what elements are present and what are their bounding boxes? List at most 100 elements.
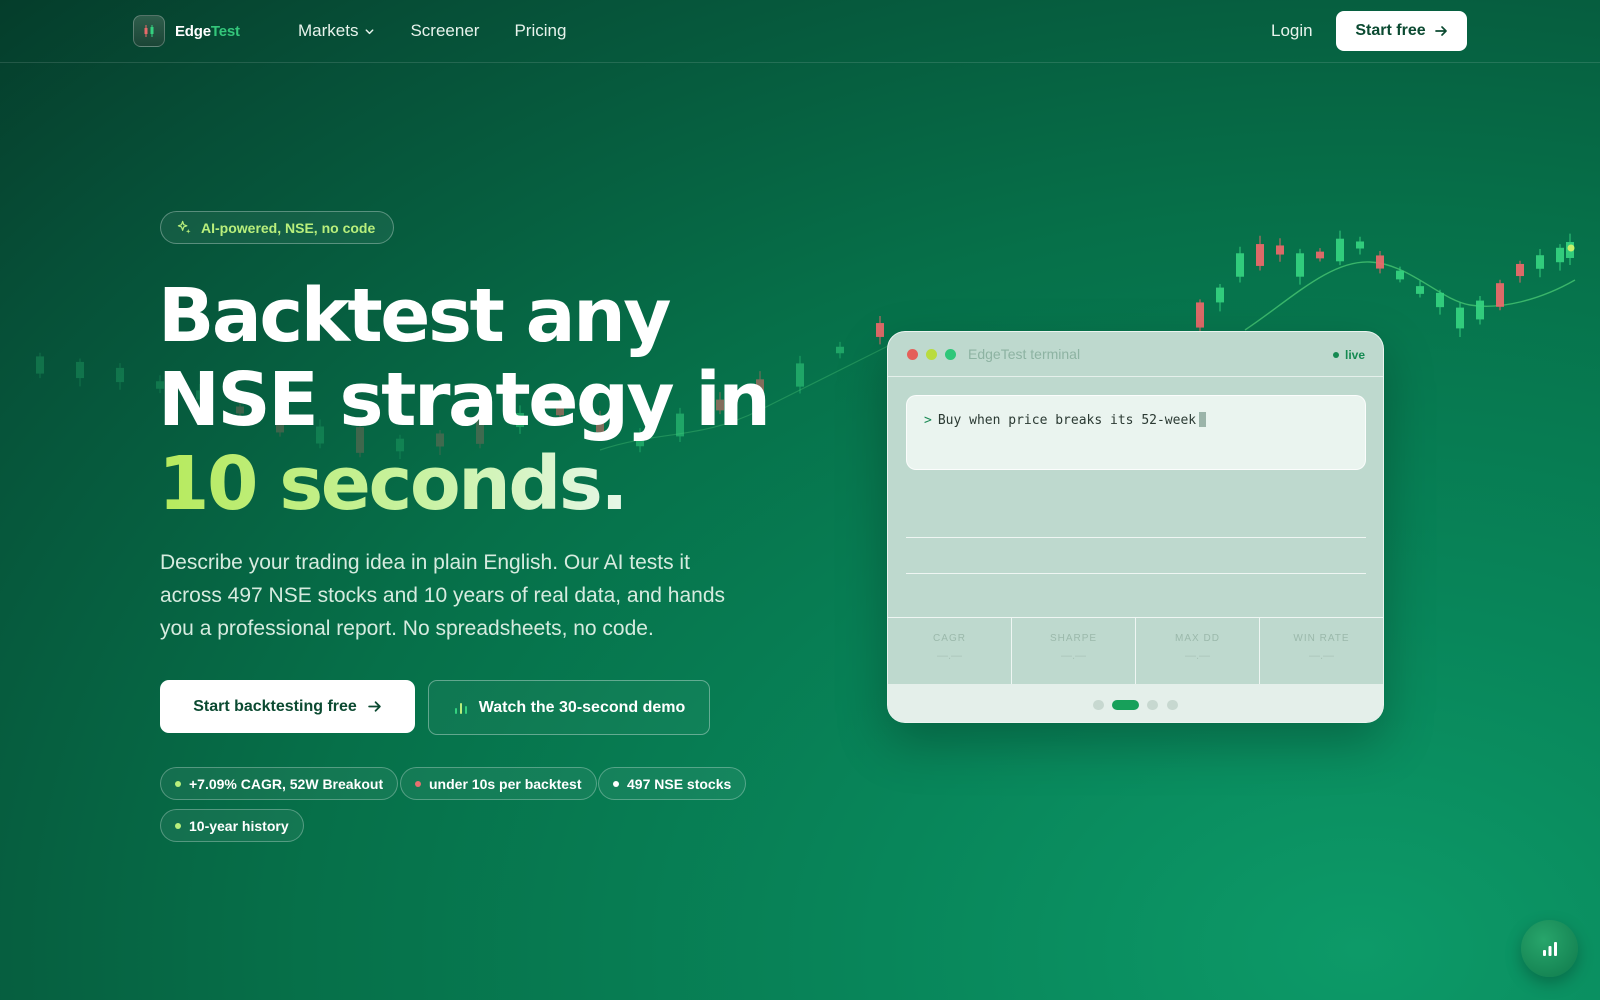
stat-chip-stocks: 497 NSE stocks [598, 767, 747, 800]
headline-line-1: Backtest any [158, 273, 672, 359]
hero-badge-label: AI-powered, NSE, no code [201, 219, 376, 236]
terminal-title: EdgeTest terminal [968, 346, 1081, 362]
start-backtesting-button[interactable]: Start backtesting free [160, 680, 415, 733]
metric-label: SHARPE [1049, 633, 1098, 644]
start-free-button[interactable]: Start free [1336, 11, 1467, 51]
metric-win-rate: WIN RATE —.— [1260, 618, 1383, 684]
chip-label: under 10s per backtest [429, 775, 582, 792]
terminal-pagination [888, 684, 1383, 722]
strategy-prompt-input[interactable]: > Buy when price breaks its 52-week [906, 395, 1366, 470]
nav-screener-label: Screener [410, 21, 480, 40]
watch-demo-button[interactable]: Watch the 30-second demo [428, 680, 710, 735]
hero-headline: Backtest any NSE strategy in 10 seconds. [158, 274, 798, 526]
logo[interactable]: EdgeTest [133, 15, 240, 47]
floating-chart-button[interactable] [1521, 920, 1578, 977]
moving-average-line [1244, 261, 1576, 331]
background-candle [36, 352, 44, 379]
page-dot-2-active[interactable] [1112, 700, 1139, 710]
headline-highlight: 10 seconds. [158, 441, 629, 527]
metric-value: —.— [1060, 650, 1087, 662]
page-dot-3[interactable] [1147, 700, 1158, 710]
live-label: live [1344, 348, 1365, 362]
nav-pricing-label: Pricing [514, 21, 567, 40]
metric-value: —.— [936, 650, 963, 662]
headline-line-2: NSE strategy in [158, 357, 771, 443]
metric-label: MAX DD [1175, 633, 1220, 644]
chart-end-dot [1567, 244, 1575, 252]
background-candle [1496, 279, 1504, 311]
background-candle [76, 358, 84, 387]
arrow-right-icon [368, 701, 381, 712]
chip-label: +7.09% CAGR, 52W Breakout [189, 775, 384, 792]
nav-markets-dropdown[interactable]: Markets [298, 21, 375, 41]
status-dot [175, 780, 181, 787]
divider [906, 573, 1366, 574]
background-candle [1456, 302, 1464, 337]
chip-label: 497 NSE stocks [627, 775, 732, 792]
metric-cagr: CAGR —.— [888, 618, 1012, 684]
top-navigation: EdgeTest Markets Screener Pricing Login … [0, 0, 1600, 63]
background-candle [1236, 246, 1244, 283]
candlestick-icon [133, 15, 165, 47]
chip-label: 10-year history [189, 817, 289, 834]
metric-value: —.— [1308, 650, 1335, 662]
prompt-value: Buy when price breaks its 52-week [937, 413, 1197, 428]
metric-label: WIN RATE [1293, 633, 1350, 644]
minimize-dot[interactable] [926, 349, 937, 360]
page-dot-1[interactable] [1093, 700, 1104, 710]
nav-links: Markets Screener Pricing [298, 21, 566, 41]
background-candle [1376, 251, 1384, 274]
prompt-text: > Buy when price breaks its 52-week [924, 412, 1207, 428]
background-candle [1216, 284, 1224, 312]
start-free-label: Start free [1355, 22, 1426, 39]
background-candle [1316, 248, 1324, 262]
terminal-window: EdgeTest terminal live > Buy when price b… [887, 331, 1384, 723]
background-candle [876, 315, 884, 345]
nav-pricing-link[interactable]: Pricing [514, 21, 566, 41]
text-cursor [1199, 412, 1207, 427]
background-candle [1536, 248, 1544, 278]
background-candle [1556, 244, 1564, 271]
close-dot[interactable] [907, 349, 918, 360]
live-dot [1332, 352, 1339, 358]
hero-badge: AI-powered, NSE, no code [160, 211, 395, 244]
maximize-dot[interactable] [945, 349, 956, 360]
background-candle [1416, 280, 1424, 298]
status-dot [613, 780, 619, 787]
background-candle [1436, 289, 1444, 315]
metric-max-dd: MAX DD —.— [1136, 618, 1260, 684]
prompt-symbol: > [924, 413, 932, 428]
logo-text-test: Test [210, 22, 240, 40]
hero-description: Describe your trading idea in plain Engl… [160, 551, 726, 640]
login-link[interactable]: Login [1271, 21, 1313, 41]
metric-sharpe: SHARPE —.— [1012, 618, 1136, 684]
divider [906, 537, 1366, 538]
background-candle [1196, 299, 1204, 333]
watch-demo-label: Watch the 30-second demo [478, 698, 686, 716]
logo-wordmark: EdgeTest [175, 23, 240, 40]
metric-label: CAGR [933, 633, 966, 644]
background-candle [1356, 236, 1364, 255]
background-candle [1296, 248, 1304, 285]
bar-chart-icon [454, 702, 467, 714]
background-candle [1256, 235, 1264, 271]
nav-screener-link[interactable]: Screener [410, 21, 479, 41]
background-candle [1276, 238, 1284, 262]
background-candle [836, 341, 844, 359]
background-candle [1336, 230, 1344, 266]
page-dot-4[interactable] [1167, 700, 1178, 710]
background-candle [1476, 296, 1484, 325]
status-dot [175, 822, 181, 829]
sparkle-icon [177, 220, 191, 234]
background-candle [1566, 233, 1574, 266]
bar-chart-icon [1542, 941, 1557, 956]
terminal-title-bar: EdgeTest terminal live [888, 332, 1383, 377]
start-backtesting-label: Start backtesting free [193, 697, 357, 715]
nav-markets-label: Markets [298, 21, 359, 40]
metrics-row: CAGR —.— SHARPE —.— MAX DD —.— WIN RATE … [888, 617, 1383, 684]
stat-chip-speed: under 10s per backtest [400, 767, 597, 800]
metric-value: —.— [1184, 650, 1211, 662]
stat-chip-cagr: +7.09% CAGR, 52W Breakout [160, 767, 399, 800]
background-candle [1396, 266, 1404, 283]
stat-chip-history: 10-year history [160, 809, 304, 842]
